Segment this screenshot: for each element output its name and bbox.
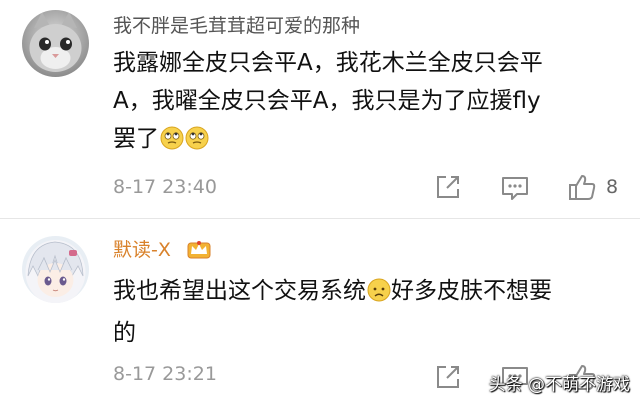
thumbs-up-icon bbox=[569, 175, 596, 200]
username[interactable]: 我不胖是毛茸茸超可爱的那种 bbox=[113, 11, 360, 38]
reply-button[interactable] bbox=[500, 172, 530, 202]
share-button[interactable] bbox=[433, 362, 463, 392]
comment-line-text: 我也希望出这个交易系统 bbox=[113, 278, 366, 304]
comment-line: 我露娜全皮只会平A，我花木兰全皮只会平 bbox=[113, 50, 543, 76]
comment-icon bbox=[502, 177, 528, 200]
rolling-eyes-emoji bbox=[160, 124, 184, 162]
rolling-eyes-emoji bbox=[185, 124, 209, 162]
comment-timestamp: 8-17 23:40 bbox=[113, 176, 217, 198]
comment-text: 我露娜全皮只会平A，我花木兰全皮只会平 A，我曜全皮只会平A，我只是为了应援fl… bbox=[113, 44, 618, 162]
share-icon bbox=[437, 366, 459, 388]
anime-girl-avatar[interactable] bbox=[22, 236, 89, 303]
comment-timestamp: 8-17 23:21 bbox=[113, 363, 217, 385]
kitten-avatar[interactable] bbox=[22, 10, 89, 77]
comment-line: A，我曜全皮只会平A，我只是为了应援fly bbox=[113, 88, 541, 114]
share-button[interactable] bbox=[433, 172, 463, 202]
watermark: 头条 @不萌不游戏 bbox=[488, 375, 630, 395]
comment-line: 的 bbox=[113, 320, 136, 346]
share-icon bbox=[437, 176, 459, 198]
comment-line-text: 罢了 bbox=[113, 126, 159, 152]
sad-face-emoji bbox=[367, 276, 391, 314]
username[interactable]: 默读-X bbox=[113, 235, 171, 262]
comment-line-with-emoji: 我也希望出这个交易系统 好多皮肤不想要 bbox=[113, 272, 618, 314]
like-button[interactable] bbox=[567, 172, 597, 202]
comment-line-text: 好多皮肤不想要 bbox=[391, 278, 552, 304]
comment-item: 我不胖是毛茸茸超可爱的那种 我露娜全皮只会平A，我花木兰全皮只会平 A，我曜全皮… bbox=[0, 0, 640, 219]
like-count: 8 bbox=[606, 176, 619, 198]
crown-icon bbox=[187, 237, 211, 263]
comment-text: 我也希望出这个交易系统 好多皮肤不想要 的 bbox=[113, 272, 618, 352]
comment-line-with-emoji: 罢了 bbox=[113, 120, 618, 162]
